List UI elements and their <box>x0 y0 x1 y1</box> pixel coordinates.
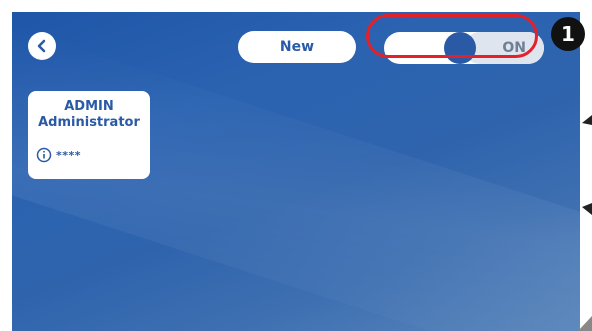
new-user-button[interactable]: New <box>238 31 356 63</box>
user-card-admin[interactable]: ADMIN Administrator **** <box>28 91 150 179</box>
toggle-highlight-frame <box>366 14 538 58</box>
pin-masked: **** <box>56 148 82 162</box>
user-id: ADMIN <box>64 99 114 114</box>
callout-marker: 1 <box>551 17 585 51</box>
back-button[interactable] <box>28 32 56 60</box>
user-role: Administrator <box>38 115 140 130</box>
info-icon[interactable] <box>36 147 52 163</box>
corner-mark-icon <box>578 316 592 331</box>
user-management-screen: New ON ADMIN Administrator **** <box>12 12 580 331</box>
edge-arrow-icon <box>582 115 592 215</box>
pin-row: **** <box>36 147 81 163</box>
chevron-left-icon <box>37 39 46 53</box>
